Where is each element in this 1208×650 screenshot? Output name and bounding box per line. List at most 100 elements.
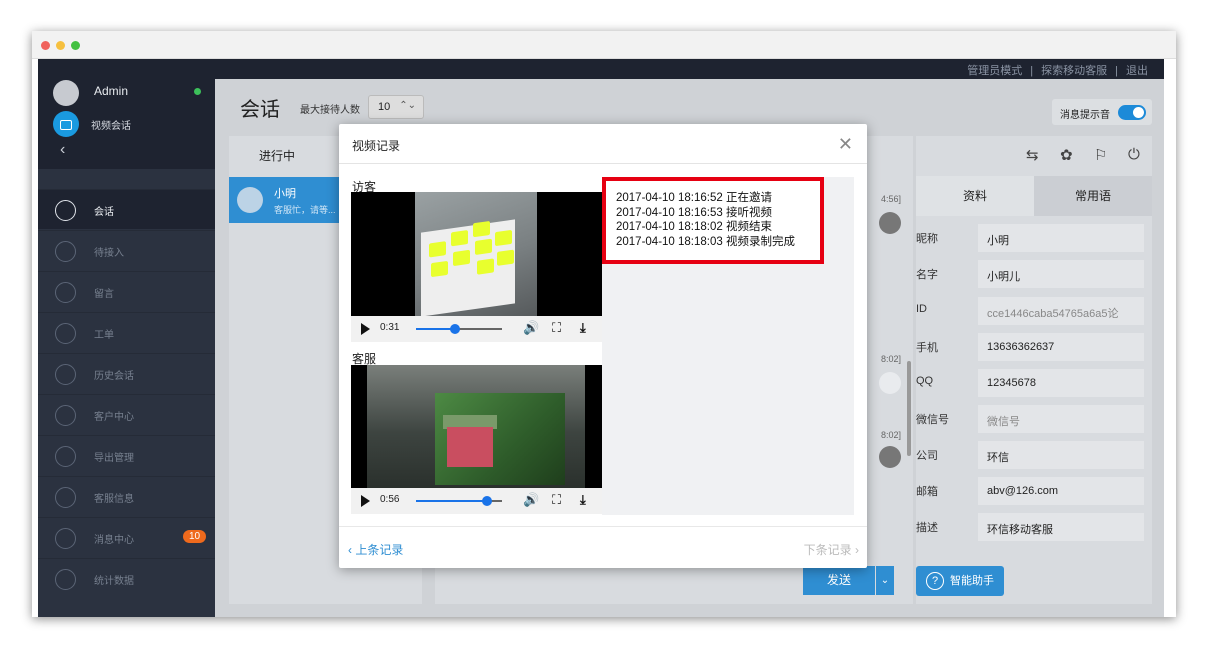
send-button[interactable]: 发送 [803, 566, 875, 595]
sidebar-item-customers[interactable]: 客户中心 [38, 394, 215, 434]
sidebar-item-ticket[interactable]: 工单 [38, 312, 215, 352]
history-icon [55, 364, 76, 385]
field-phone: 手机 13636362637 [916, 329, 1152, 365]
progress-handle[interactable] [481, 496, 492, 506]
avatar [879, 372, 901, 394]
modal-title: 视频记录 [352, 139, 401, 153]
user-name: Admin [94, 84, 129, 98]
video-time: 0:56 [380, 494, 400, 505]
field-qq: QQ 12345678 [916, 365, 1152, 401]
play-icon[interactable] [361, 495, 370, 507]
progress-fill [416, 500, 487, 502]
video-camera-icon[interactable] [53, 111, 79, 137]
volume-icon[interactable]: 🔊 [523, 320, 539, 336]
chart-icon [55, 569, 76, 590]
play-icon[interactable] [361, 323, 370, 335]
field-description: 描述 环信移动客服 [916, 509, 1152, 545]
wechat-field[interactable]: 微信号 [978, 405, 1144, 433]
video-progress-slider[interactable] [416, 324, 502, 334]
minimize-window-button[interactable] [56, 41, 65, 50]
download-icon[interactable]: ⤓ [580, 320, 586, 336]
sidebar-item-label: 客服信息 [94, 494, 134, 505]
email-field[interactable]: abv@126.com [978, 477, 1144, 505]
modal-footer: ‹ 上条记录 下条记录 › [339, 526, 867, 568]
sound-toggle[interactable] [1118, 105, 1146, 120]
fullscreen-icon[interactable]: ⛶ [552, 492, 561, 508]
logout-link[interactable]: 退出 [1126, 65, 1148, 77]
modal-header: 视频记录 ✕ [339, 124, 867, 164]
log-line: 2017-04-10 18:16:52 正在邀请 [616, 192, 772, 204]
flag-icon[interactable]: ⚐ [1094, 146, 1107, 164]
company-field[interactable]: 环信 [978, 441, 1144, 469]
agent-video-controls: 0:56 🔊 ⛶ ⤓ [351, 488, 602, 514]
tab-ongoing[interactable]: 进行中 [229, 136, 325, 176]
next-record-button[interactable]: 下条记录 › [804, 541, 859, 558]
sidebar-item-message[interactable]: 留言 [38, 271, 215, 311]
chevron-left-icon[interactable]: ‹ [60, 141, 65, 159]
field-email: 邮箱 abv@126.com [916, 473, 1152, 509]
sidebar-item-history[interactable]: 历史会话 [38, 353, 215, 393]
admin-mode-link[interactable]: 管理员模式 [967, 65, 1022, 77]
close-window-button[interactable] [41, 41, 50, 50]
smart-assistant-button[interactable]: ? 智能助手 [916, 566, 1004, 596]
tab-profile[interactable]: 资料 [916, 176, 1034, 216]
log-line: 2017-04-10 18:18:02 视频结束 [616, 221, 772, 233]
sidebar-item-pending[interactable]: 待接入 [38, 230, 215, 270]
volume-icon[interactable]: 🔊 [523, 492, 539, 508]
settings-icon [55, 487, 76, 508]
video-time: 0:31 [380, 322, 400, 333]
field-label: QQ [916, 375, 934, 387]
message-timestamp: 8:02] [880, 430, 901, 440]
id-field[interactable]: cce1446caba54765a6a5论 [978, 297, 1144, 325]
stepper-arrows-icon[interactable]: ⌃⌄ [399, 100, 416, 111]
tab-quick-replies[interactable]: 常用语 [1034, 176, 1152, 216]
chevron-right-icon: › [851, 543, 859, 557]
field-id: ID cce1446caba54765a6a5论 [916, 293, 1152, 329]
sidebar-item-label: 工单 [94, 330, 114, 341]
explore-link[interactable]: 探索移动客服 [1041, 65, 1107, 77]
description-field[interactable]: 环信移动客服 [978, 513, 1144, 541]
visitor-video[interactable] [351, 192, 602, 316]
page-title: 会话 [240, 99, 280, 121]
send-options-button[interactable]: ⌄ [876, 566, 894, 595]
sidebar-item-export[interactable]: 导出管理 [38, 435, 215, 475]
sidebar-item-agent-info[interactable]: 客服信息 [38, 476, 215, 516]
sidebar-item-label: 会话 [94, 207, 114, 218]
sidebar-item-chat[interactable]: 会话 [38, 189, 215, 229]
sidebar-item-label: 留言 [94, 289, 114, 300]
chat-scrollbar[interactable] [907, 361, 911, 456]
avatar [879, 446, 901, 468]
conversation-snippet: 客服忙，请等... [274, 205, 336, 215]
power-icon[interactable]: ⏻ [1128, 146, 1140, 163]
separator: | [1115, 65, 1118, 77]
house-image [447, 427, 493, 467]
window-titlebar [32, 31, 1176, 59]
prev-record-button[interactable]: ‹ 上条记录 [348, 541, 403, 558]
message-edit-icon [55, 282, 76, 303]
transfer-icon[interactable]: ⇆ [1026, 146, 1039, 164]
close-icon[interactable]: ✕ [838, 134, 853, 155]
progress-fill [416, 328, 455, 330]
video-log-highlight: 2017-04-10 18:16:52 正在邀请 2017-04-10 18:1… [602, 177, 824, 264]
agent-video[interactable] [351, 365, 602, 489]
book-cover-image [435, 393, 565, 485]
sidebar-item-label: 消息中心 [94, 535, 134, 546]
prev-record-label: 上条记录 [355, 543, 404, 557]
video-frame-image [367, 365, 585, 489]
phone-field[interactable]: 13636362637 [978, 333, 1144, 361]
name-field[interactable]: 小明儿 [978, 260, 1144, 288]
avatar[interactable] [53, 80, 79, 106]
fullscreen-icon[interactable]: ⛶ [552, 320, 561, 336]
download-icon[interactable]: ⤓ [580, 492, 586, 508]
nickname-field[interactable]: 小明 [978, 224, 1144, 252]
video-record-modal: 视频记录 ✕ 访客 0:31 🔊 ⛶ ⤓ 客服 0:56 🔊 ⛶ ⤓ 2017-… [339, 124, 867, 568]
progress-handle[interactable] [449, 324, 460, 334]
sidebar-item-statistics[interactable]: 统计数据 [38, 558, 215, 598]
max-visitors-stepper[interactable]: 10 ⌃⌄ [368, 95, 424, 119]
chat-icon [55, 200, 76, 221]
video-progress-slider[interactable] [416, 496, 502, 506]
qq-field[interactable]: 12345678 [978, 369, 1144, 397]
maximize-window-button[interactable] [71, 41, 80, 50]
flower-icon[interactable]: ✿ [1060, 146, 1073, 164]
sidebar-item-notifications[interactable]: 消息中心 10 [38, 517, 215, 557]
